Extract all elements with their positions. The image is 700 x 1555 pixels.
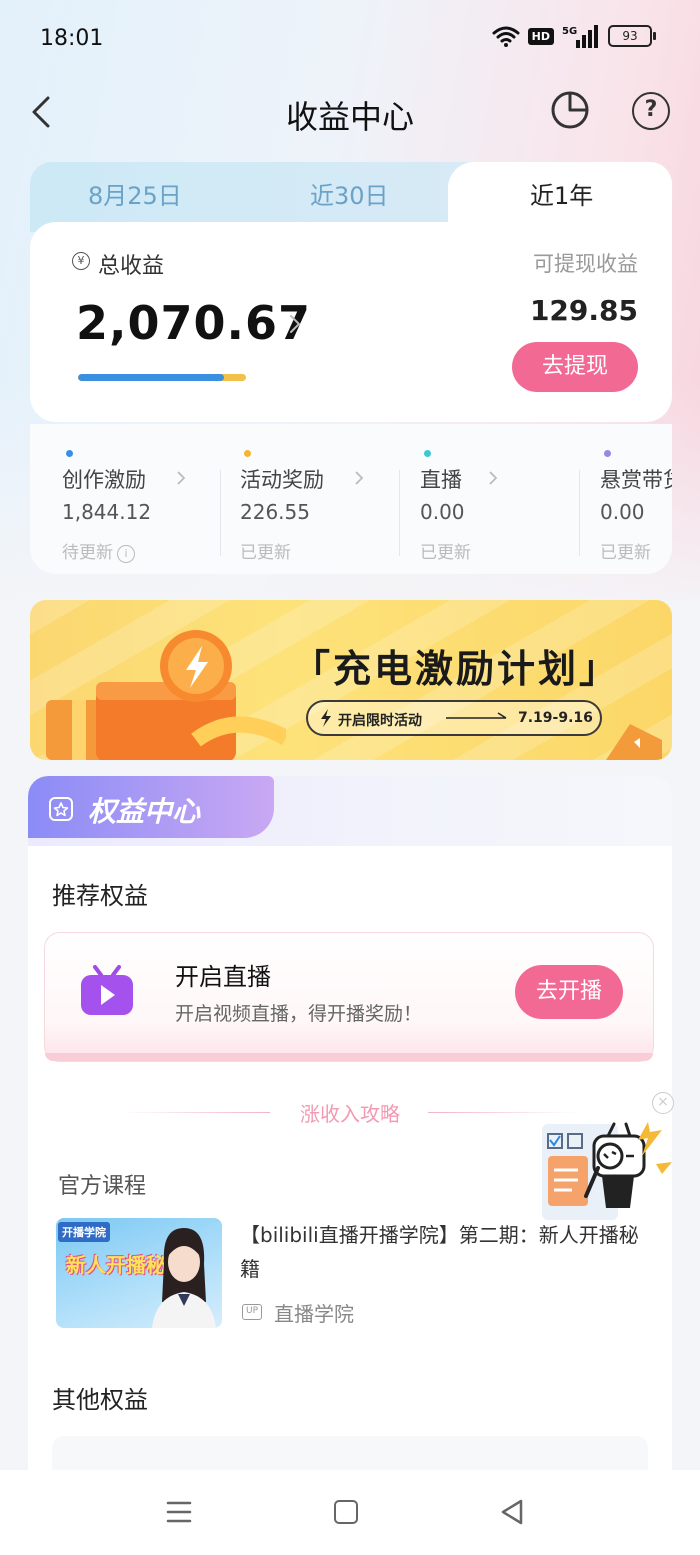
navbar: 收益中心 ? <box>0 80 700 144</box>
charge-incentive-banner[interactable]: 「充电激励计划」 开启限时活动 7.19-9.16 <box>30 600 672 760</box>
status-time: 18:01 <box>40 26 104 51</box>
breakdown-item-live[interactable]: 直播 0.00 已更新 <box>420 446 590 563</box>
course-title[interactable]: 【bilibili直播开播学院】第二期：新人开播秘籍 <box>240 1218 640 1286</box>
status-icons: HD 5G 93 <box>492 24 656 48</box>
withdrawable-label: 可提现收益 <box>533 252 638 276</box>
breakdown-value: 226.55 <box>240 500 310 524</box>
chevron-right-icon <box>355 471 364 485</box>
breakdown-status: 已更新 <box>600 543 651 563</box>
chevron-right-icon <box>489 471 498 485</box>
divider <box>579 470 580 556</box>
breakdown-item-creation[interactable]: 创作激励 1,844.12 待更新 i <box>62 446 232 563</box>
close-icon[interactable]: × <box>652 1092 674 1114</box>
banner-date-pill: 开启限时活动 7.19-9.16 <box>306 700 602 736</box>
total-earnings-label: 总收益 <box>98 254 165 279</box>
recommended-title: 开启直播 <box>175 963 271 991</box>
presenter-avatar <box>152 1228 216 1328</box>
recommended-section-title: 推荐权益 <box>52 882 148 910</box>
breakdown-label: 悬赏带货 <box>600 468 672 492</box>
banner-pill-text: 开启限时活动 <box>338 713 422 729</box>
banner-title: 「充电激励计划」 <box>292 647 621 691</box>
help-circle-icon[interactable]: ? <box>632 92 670 130</box>
star-shield-icon <box>49 797 73 821</box>
up-badge-icon: UP <box>242 1304 262 1320</box>
system-navigation-bar <box>0 1470 700 1555</box>
breakdown-status: 待更新 i <box>62 538 135 563</box>
pie-chart-icon[interactable] <box>550 90 590 130</box>
page-title: 收益中心 <box>285 98 414 136</box>
rights-center-tag: 权益中心 <box>28 776 274 838</box>
breakdown-status: 已更新 <box>240 543 291 563</box>
divider <box>220 470 221 556</box>
chevron-right-icon[interactable] <box>288 314 302 334</box>
gift-box-icon <box>606 724 662 760</box>
menu-icon[interactable] <box>166 1500 192 1524</box>
recommended-live-card[interactable]: 开启直播 开启视频直播，得开播奖励！ 去开播 <box>44 932 654 1062</box>
battery-indicator: 93 <box>608 25 656 47</box>
other-rights-label: 其他权益 <box>52 1386 148 1414</box>
divider <box>399 470 400 556</box>
status-bar: 18:01 HD 5G 93 <box>0 0 700 80</box>
breakdown-status-text: 待更新 <box>62 543 113 563</box>
earnings-progress-fill <box>78 374 225 381</box>
total-earnings-value[interactable]: 2,070.67 <box>76 296 311 350</box>
category-dot <box>604 450 611 457</box>
breakdown-label: 创作激励 <box>62 468 146 492</box>
hd-badge: HD <box>527 27 554 45</box>
back-triangle-icon[interactable] <box>500 1498 524 1526</box>
earnings-progress-bar <box>78 374 246 381</box>
breakdown-value: 0.00 <box>600 500 645 524</box>
card-bottom-accent <box>45 1053 653 1061</box>
breakdown-label: 直播 <box>420 468 462 492</box>
tab-30-days[interactable]: 近30日 <box>310 176 389 211</box>
signal-icon: 5G <box>562 25 598 48</box>
course-thumbnail[interactable]: 开播学院 新人开播秘籍 <box>56 1218 222 1328</box>
tab-today[interactable]: 8月25日 <box>88 176 182 211</box>
breakdown-item-bounty[interactable]: 悬赏带货 0.00 已更新 <box>600 446 672 563</box>
info-icon[interactable]: i <box>117 545 135 563</box>
earnings-summary: ¥ 总收益 2,070.67 可提现收益 129.85 去提现 <box>30 222 672 422</box>
home-icon[interactable] <box>334 1500 358 1524</box>
chevron-right-icon <box>177 471 186 485</box>
tv-mascot-magnifier-icon[interactable] <box>538 1116 678 1228</box>
banner-pill-dates: 7.19-9.16 <box>518 710 593 726</box>
course-author[interactable]: 直播学院 <box>274 1298 354 1327</box>
withdraw-button[interactable]: 去提现 <box>512 342 638 392</box>
divider <box>428 1112 578 1113</box>
tab-1-year[interactable]: 近1年 <box>530 176 593 211</box>
category-dot <box>244 450 251 457</box>
rights-center-title: 权益中心 <box>88 795 201 828</box>
yen-icon: ¥ <box>72 252 90 270</box>
gift-box-icon <box>46 630 286 760</box>
breakdown-value: 0.00 <box>420 500 465 524</box>
breakdown-label: 活动奖励 <box>240 468 324 492</box>
breakdown-status: 已更新 <box>420 543 471 563</box>
arrow-right-icon <box>446 712 507 719</box>
breakdown-value: 1,844.12 <box>62 500 152 524</box>
tv-icon <box>81 965 133 1015</box>
thumbnail-badge: 开播学院 <box>58 1222 110 1242</box>
breakdown-item-activity[interactable]: 活动奖励 226.55 已更新 <box>240 446 410 563</box>
lightning-icon <box>321 709 331 727</box>
earnings-breakdown: 创作激励 1,844.12 待更新 i 活动奖励 226.55 已更新 直播 0.… <box>30 424 672 574</box>
withdrawable-value: 129.85 <box>529 294 638 327</box>
category-dot <box>66 450 73 457</box>
category-dot <box>424 450 431 457</box>
official-course-label: 官方课程 <box>58 1174 147 1199</box>
earnings-card: 8月25日 近30日 近1年 ¥ 总收益 2,070.67 可提现收益 129.… <box>30 162 672 574</box>
signal-label: 5G <box>562 26 577 37</box>
recommended-subtitle: 开启视频直播，得开播奖励！ <box>175 1003 423 1025</box>
start-live-button[interactable]: 去开播 <box>515 965 623 1019</box>
wifi-icon <box>492 26 520 47</box>
